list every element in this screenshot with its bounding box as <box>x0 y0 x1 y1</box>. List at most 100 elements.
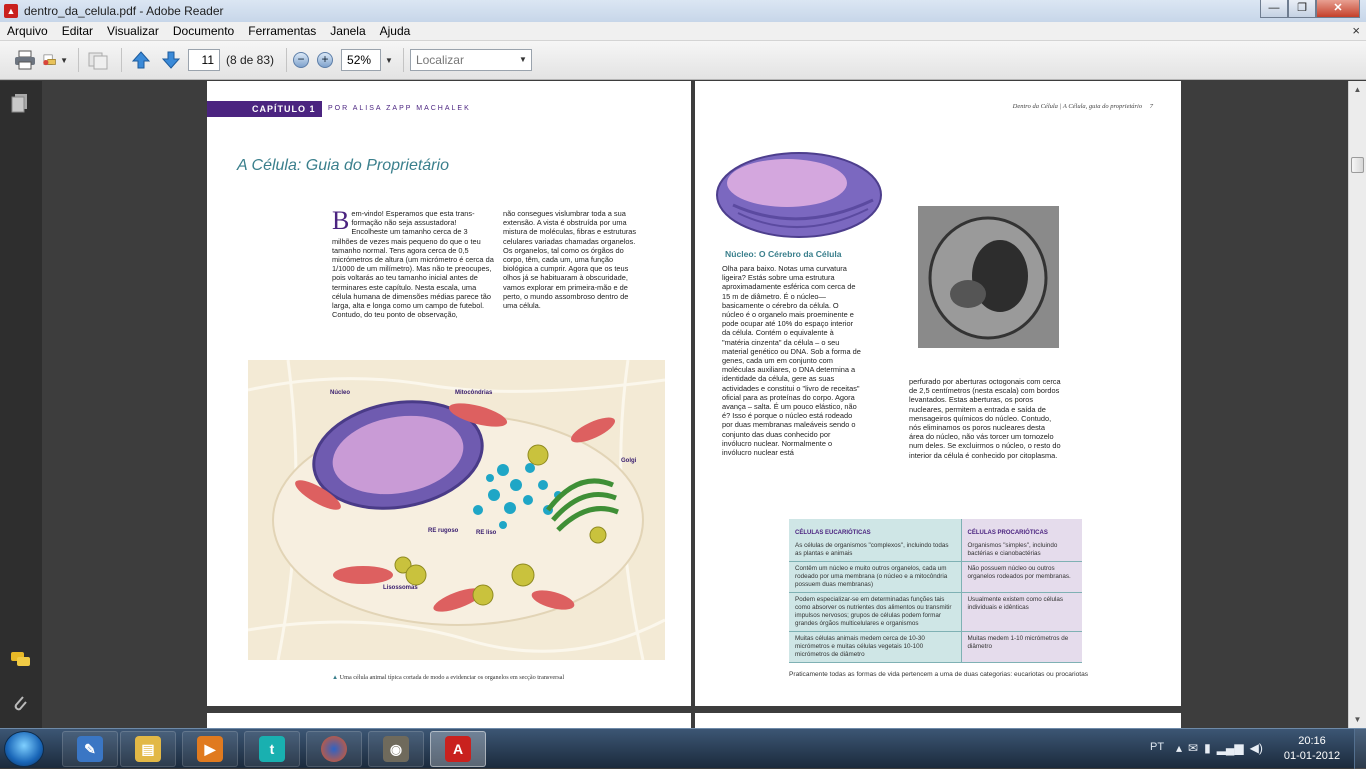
minimize-button[interactable]: — <box>1260 0 1288 18</box>
scroll-thumb[interactable] <box>1351 157 1364 173</box>
document-area[interactable]: CAPÍTULO 1 POR ALISA ZAPP MACHALEK A Cél… <box>42 81 1348 728</box>
table-row: As células de organismos "complexos", in… <box>789 539 1082 562</box>
scroll-up-icon[interactable]: ▲ <box>1349 81 1366 98</box>
table-cell-euk: Muitas células animais medem cerca de 10… <box>789 631 961 663</box>
next-page-icon[interactable] <box>158 47 184 73</box>
table-cell-euk: Podem especializar-se em determinadas fu… <box>789 592 961 632</box>
close-button[interactable]: ✕ <box>1316 0 1360 18</box>
page-count: (8 de 83) <box>226 53 275 67</box>
email-dropdown-icon[interactable]: ▼ <box>60 56 68 65</box>
table-cell-pro: Muitas medem 1-10 micrómetros de diâmetr… <box>960 631 1082 663</box>
scroll-down-icon[interactable]: ▼ <box>1349 711 1366 728</box>
cell-drawing <box>248 360 665 660</box>
page-number: 7 <box>1149 103 1153 110</box>
menu-editar[interactable]: Editar <box>55 24 100 38</box>
clock-date: 01-01-2012 <box>1283 750 1341 762</box>
tray-volume-icon[interactable]: ◀) <box>1250 741 1263 755</box>
zoom-out-button[interactable]: − <box>293 52 310 68</box>
zoom-in-button[interactable]: + <box>317 52 334 68</box>
header-prokaryotic: CÉLULAS PROCARIÓTICAS <box>960 519 1082 539</box>
taskbar-app-file-manager[interactable]: ▤ <box>120 731 176 767</box>
section-heading: Núcleo: O Cérebro da Célula <box>725 249 842 259</box>
label-golgi: Golgi <box>621 458 637 464</box>
intro-column-2: não consegues vislumbrar toda a sua exte… <box>503 209 637 311</box>
show-desktop-button[interactable] <box>1354 729 1366 769</box>
table-row: Podem especializar-se em determinadas fu… <box>789 592 1082 632</box>
label-smooth-er: RE liso <box>476 530 497 536</box>
figure-caption: ▲ Uma célula animal típica cortada de mo… <box>332 674 564 681</box>
window-title: dentro_da_celula.pdf - Adobe Reader <box>24 4 224 18</box>
menu-ajuda[interactable]: Ajuda <box>373 24 418 38</box>
collaborate-icon[interactable] <box>85 47 111 73</box>
tray-chevron-icon[interactable]: ▴ <box>1176 741 1182 755</box>
find-placeholder: Localizar <box>415 53 464 67</box>
pdf-page-next-right <box>695 713 1181 728</box>
menu-documento[interactable]: Documento <box>166 24 241 38</box>
table-cell-pro: Usualmente existem como células individu… <box>960 592 1082 632</box>
caption-marker-icon: ▲ <box>332 674 340 681</box>
tray-mail-icon[interactable]: ✉ <box>1188 741 1198 755</box>
language-indicator[interactable]: PT <box>1150 741 1164 753</box>
taskbar-app-adobe-reader[interactable]: A <box>430 731 486 767</box>
start-button[interactable] <box>4 731 44 767</box>
label-mitochondria: Mitocôndrias <box>455 390 493 396</box>
menu-arquivo[interactable]: Arquivo <box>0 24 55 38</box>
find-input[interactable]: Localizar ▼ <box>409 49 532 71</box>
zoom-select[interactable]: 52% <box>341 49 382 71</box>
clock-time: 20:16 <box>1298 735 1326 747</box>
taskbar-app-windows-explorer[interactable]: ✎ <box>62 731 118 767</box>
label-nucleus: Núcleo <box>330 390 351 396</box>
zoom-dropdown-icon[interactable]: ▼ <box>385 56 393 65</box>
vertical-scrollbar[interactable]: ▲ ▼ <box>1348 81 1366 728</box>
window-controls: — ❐ ✕ <box>1260 0 1360 18</box>
micrograph-drawing <box>918 206 1059 348</box>
close-document-icon[interactable]: × <box>1352 23 1360 38</box>
attachments-icon[interactable] <box>10 693 30 713</box>
clock[interactable]: 20:16 01-01-2012 <box>1277 734 1347 764</box>
tray-device-icon[interactable]: ▮ <box>1204 741 1211 755</box>
taskbar-app-tumblr[interactable]: t <box>244 731 300 767</box>
nucleus-column-2: perfurado por aberturas octogonais com c… <box>909 377 1061 460</box>
firefox-icon <box>321 736 347 762</box>
toolbar-separator <box>121 48 122 72</box>
previous-page-icon[interactable] <box>128 47 154 73</box>
table-cell-euk: As células de organismos "complexos", in… <box>789 539 961 562</box>
comments-icon[interactable] <box>10 651 30 671</box>
menu-ferramentas[interactable]: Ferramentas <box>241 24 323 38</box>
taskbar-app-media-player[interactable]: ▶ <box>182 731 238 767</box>
pdf-page-next-left <box>207 713 691 728</box>
adobe-reader-icon: A <box>445 736 471 762</box>
taskbar-app-gimp[interactable]: ◉ <box>368 731 424 767</box>
label-lysosomes: Lisossomas <box>383 585 418 591</box>
toolbar-separator <box>78 48 79 72</box>
title-bar: ▲ dentro_da_celula.pdf - Adobe Reader — … <box>0 0 1366 22</box>
system-tray: ▴ ✉ ▮ ▂▄▆ ◀) <box>1176 741 1263 755</box>
printer-icon[interactable] <box>12 47 38 73</box>
page-title: A Célula: Guia do Proprietário <box>237 157 449 174</box>
email-icon[interactable]: ▼ <box>42 47 68 73</box>
running-head-text: Dentro da Célula | A Célula, guia do pro… <box>1012 103 1143 110</box>
menu-janela[interactable]: Janela <box>323 24 372 38</box>
caption-text: Uma célula animal típica cortada de modo… <box>339 674 565 681</box>
media-player-icon: ▶ <box>197 736 223 762</box>
pdf-page-left: CAPÍTULO 1 POR ALISA ZAPP MACHALEK A Cél… <box>207 81 691 706</box>
table-note: Praticamente todas as formas de vida per… <box>789 671 1089 678</box>
dropcap: B <box>332 206 350 235</box>
menu-visualizar[interactable]: Visualizar <box>100 24 166 38</box>
intro-text-1: em-vindo! Esperamos que esta trans-forma… <box>332 209 494 320</box>
table-cell-pro: Não possuem núcleo ou outros organelos r… <box>960 561 1082 593</box>
tray-network-icon[interactable]: ▂▄▆ <box>1217 741 1244 755</box>
page-number-input[interactable]: 11 <box>188 49 220 71</box>
cell-illustration: Núcleo Mitocôndrias Golgi RE rugoso RE l… <box>248 360 665 660</box>
table-row: Contêm um núcleo e muito outros organelo… <box>789 561 1082 593</box>
toolbar-separator <box>402 48 404 72</box>
explorer-icon: ✎ <box>77 736 103 762</box>
cell-comparison-table: CÉLULAS EUCARIÓTICAS CÉLULAS PROCARIÓTIC… <box>789 519 1082 663</box>
find-dropdown-icon[interactable]: ▼ <box>519 50 527 70</box>
maximize-button[interactable]: ❐ <box>1288 0 1316 18</box>
pages-icon[interactable] <box>10 93 30 113</box>
taskbar-app-firefox[interactable] <box>306 731 362 767</box>
menu-bar: Arquivo Editar Visualizar Documento Ferr… <box>0 22 1366 41</box>
toolbar-separator <box>286 48 288 72</box>
nucleus-drawing <box>716 152 882 238</box>
